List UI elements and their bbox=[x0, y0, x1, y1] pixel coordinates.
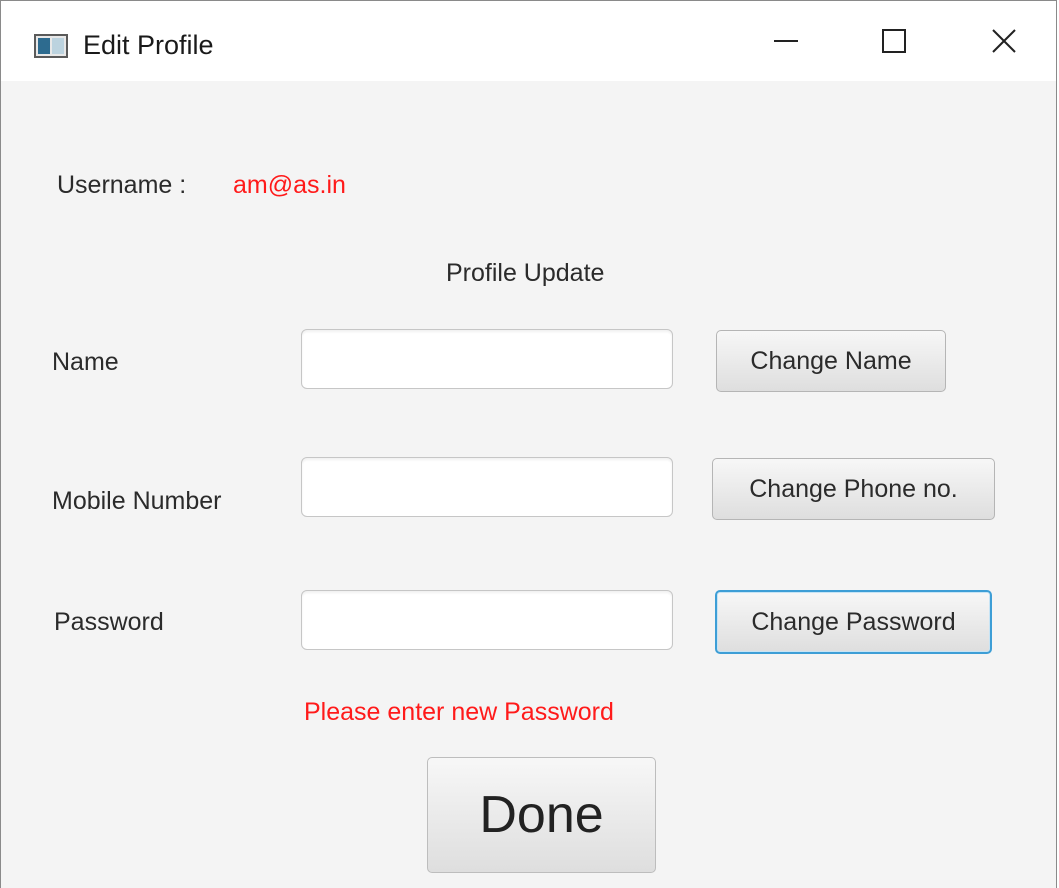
close-icon bbox=[992, 29, 1016, 53]
mobile-number-label: Mobile Number bbox=[52, 487, 222, 515]
change-password-button[interactable]: Change Password bbox=[715, 590, 992, 654]
password-input[interactable] bbox=[301, 590, 673, 650]
done-button[interactable]: Done bbox=[427, 757, 656, 873]
name-input[interactable] bbox=[301, 329, 673, 389]
title-bar[interactable]: Edit Profile bbox=[1, 1, 1056, 81]
maximize-button[interactable] bbox=[849, 1, 939, 81]
minimize-icon bbox=[774, 40, 798, 42]
minimize-button[interactable] bbox=[741, 1, 831, 81]
change-name-button[interactable]: Change Name bbox=[716, 330, 946, 392]
username-label: Username : bbox=[57, 171, 187, 199]
section-title: Profile Update bbox=[446, 259, 605, 287]
app-window-icon bbox=[34, 34, 68, 58]
change-phone-button[interactable]: Change Phone no. bbox=[712, 458, 995, 520]
maximize-icon bbox=[882, 29, 906, 53]
name-label: Name bbox=[52, 348, 119, 376]
password-label: Password bbox=[54, 608, 164, 636]
mobile-number-input[interactable] bbox=[301, 457, 673, 517]
close-button[interactable] bbox=[959, 1, 1049, 81]
edit-profile-window: Edit Profile Username : am@as.in Profile… bbox=[0, 0, 1057, 888]
window-title: Edit Profile bbox=[83, 30, 214, 60]
username-value: am@as.in bbox=[233, 171, 346, 199]
password-message: Please enter new Password bbox=[304, 698, 614, 726]
